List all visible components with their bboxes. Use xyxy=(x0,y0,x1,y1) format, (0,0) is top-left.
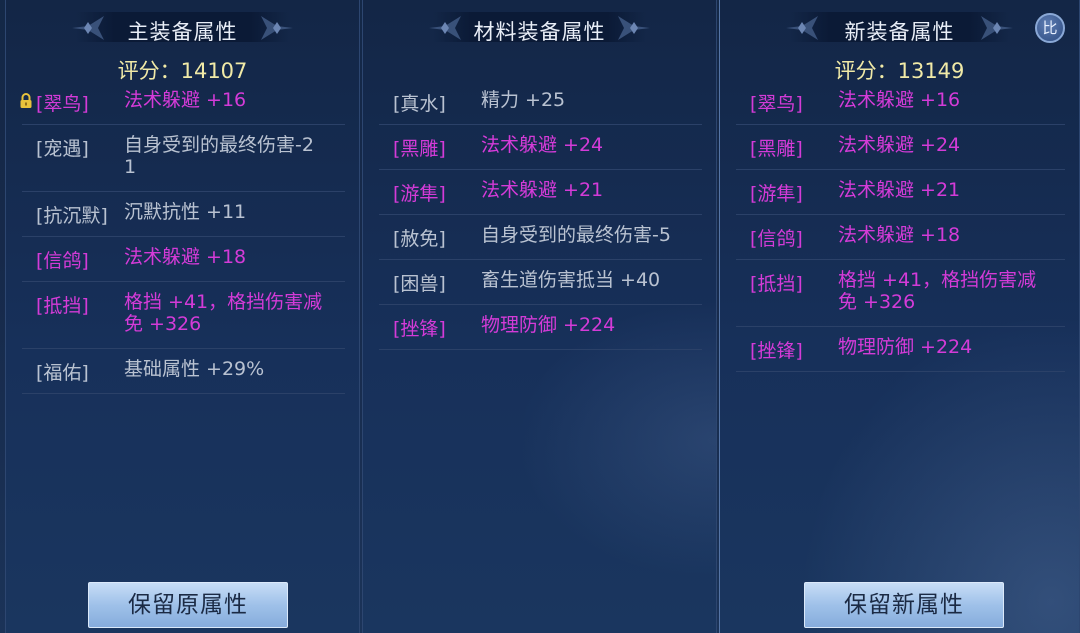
attribute-row: [翠鸟] 法术躲避 +16 xyxy=(19,80,345,125)
keep-new-attributes-button[interactable]: 保留新属性 xyxy=(804,582,1004,628)
main-equipment-panel: 主装备属性 评分：14107 [翠鸟] 法术躲避 +16 [宠遇] 自身受到的最终伤害… xyxy=(5,0,360,633)
panel-header: 新装备属性 xyxy=(720,8,1079,48)
attribute-row: [挫锋] 物理防御 +224 xyxy=(379,305,702,350)
attribute-row: [信鸽] 法术躲避 +18 xyxy=(22,237,345,282)
attribute-value: 沉默抗性 +11 xyxy=(124,201,247,223)
attribute-name: [挫锋] xyxy=(393,318,446,340)
attribute-name: [信鸽] xyxy=(36,250,89,272)
attribute-name: [赦免] xyxy=(393,228,446,250)
attribute-value: 法术躲避 +16 xyxy=(838,89,961,111)
attribute-value: 法术躲避 +21 xyxy=(838,179,961,201)
attribute-list: [真水] 精力 +25 [黑雕] 法术躲避 +24 [游隼] 法术躲避 +21 [赦免] 自身… xyxy=(363,80,716,350)
attribute-value: 物理防御 +224 xyxy=(838,336,973,358)
keep-original-attributes-button[interactable]: 保留原属性 xyxy=(88,582,288,628)
attribute-value: 格挡 +41，格挡伤害减免 +326 xyxy=(838,269,1037,313)
attribute-row: [抵挡] 格挡 +41，格挡伤害减免 +326 xyxy=(736,260,1065,327)
attribute-name: [困兽] xyxy=(393,273,446,295)
attribute-name: [游隼] xyxy=(393,183,446,205)
attribute-row: [抗沉默] 沉默抗性 +11 xyxy=(22,192,345,237)
attribute-list: [翠鸟] 法术躲避 +16 [黑雕] 法术躲避 +24 [游隼] 法术躲避 +21 [信鸽]… xyxy=(720,80,1079,372)
attribute-value: 自身受到的最终伤害-5 xyxy=(481,224,671,246)
attribute-row: [福佑] 基础属性 +29% xyxy=(22,349,345,394)
attribute-row: [困兽] 畜生道伤害抵当 +40 xyxy=(379,260,702,305)
attribute-name: [抵挡] xyxy=(36,295,89,317)
attribute-value: 精力 +25 xyxy=(481,89,566,111)
attribute-name: [宠遇] xyxy=(36,138,89,160)
panel-title: 新装备属性 xyxy=(844,20,955,44)
attribute-name: [真水] xyxy=(393,93,446,115)
ornament-icon xyxy=(618,16,650,40)
attribute-row: [真水] 精力 +25 xyxy=(379,80,702,125)
attribute-row: [抵挡] 格挡 +41，格挡伤害减免 +326 xyxy=(22,282,345,349)
material-equipment-panel: 材料装备属性 [真水] 精力 +25 [黑雕] 法术躲避 +24 [游隼] 法术躲避 +2… xyxy=(362,0,717,633)
attribute-value: 法术躲避 +21 xyxy=(481,179,604,201)
attribute-value: 畜生道伤害抵当 +40 xyxy=(481,269,661,291)
attribute-value: 格挡 +41，格挡伤害减免 +326 xyxy=(124,291,323,335)
attribute-row: [信鸽] 法术躲避 +18 xyxy=(736,215,1065,260)
attribute-name: [抵挡] xyxy=(750,273,803,295)
attribute-row: [游隼] 法术躲避 +21 xyxy=(736,170,1065,215)
panel-header: 材料装备属性 xyxy=(363,8,716,48)
panel-title: 材料装备属性 xyxy=(473,20,606,44)
attribute-row: [宠遇] 自身受到的最终伤害-2 1 xyxy=(22,125,345,192)
attribute-value: 法术躲避 +18 xyxy=(838,224,961,246)
attribute-row: [挫锋] 物理防御 +224 xyxy=(736,327,1065,372)
attribute-row: [翠鸟] 法术躲避 +16 xyxy=(736,80,1065,125)
attribute-name: [游隼] xyxy=(750,183,803,205)
attribute-row: [黑雕] 法术躲避 +24 xyxy=(736,125,1065,170)
attribute-name: [黑雕] xyxy=(750,138,803,160)
attribute-name: [福佑] xyxy=(36,362,89,384)
lock-icon[interactable] xyxy=(19,93,33,109)
attribute-row: [赦免] 自身受到的最终伤害-5 xyxy=(379,215,702,260)
panel-header: 主装备属性 xyxy=(6,8,359,48)
attribute-value: 法术躲避 +16 xyxy=(124,89,247,111)
attribute-name: [翠鸟] xyxy=(750,93,803,115)
attribute-value: 法术躲避 +18 xyxy=(124,246,247,268)
ornament-icon xyxy=(261,16,293,40)
panel-title: 主装备属性 xyxy=(127,20,238,44)
ornament-icon xyxy=(981,16,1013,40)
attribute-value: 物理防御 +224 xyxy=(481,314,616,336)
attribute-value: 法术躲避 +24 xyxy=(838,134,961,156)
attribute-name: [翠鸟] xyxy=(36,93,89,115)
attribute-row: [黑雕] 法术躲避 +24 xyxy=(379,125,702,170)
attribute-value: 法术躲避 +24 xyxy=(481,134,604,156)
attribute-list: [翠鸟] 法术躲避 +16 [宠遇] 自身受到的最终伤害-2 1 [抗沉默] 沉默抗性 +1… xyxy=(6,80,359,394)
attribute-value: 基础属性 +29% xyxy=(124,358,265,380)
attribute-name: [黑雕] xyxy=(393,138,446,160)
attribute-name: [信鸽] xyxy=(750,228,803,250)
equipment-compare-screen: 主装备属性 评分：14107 [翠鸟] 法术躲避 +16 [宠遇] 自身受到的最终伤害… xyxy=(0,0,1080,633)
attribute-value: 自身受到的最终伤害-2 1 xyxy=(124,134,314,178)
attribute-name: [抗沉默] xyxy=(36,205,108,227)
new-equipment-panel: 新装备属性 比 评分：13149 [翠鸟] 法术躲避 +16 [黑雕] 法术躲避 +2… xyxy=(719,0,1080,633)
attribute-name: [挫锋] xyxy=(750,340,803,362)
compare-button[interactable]: 比 xyxy=(1035,13,1065,43)
attribute-row: [游隼] 法术躲避 +21 xyxy=(379,170,702,215)
